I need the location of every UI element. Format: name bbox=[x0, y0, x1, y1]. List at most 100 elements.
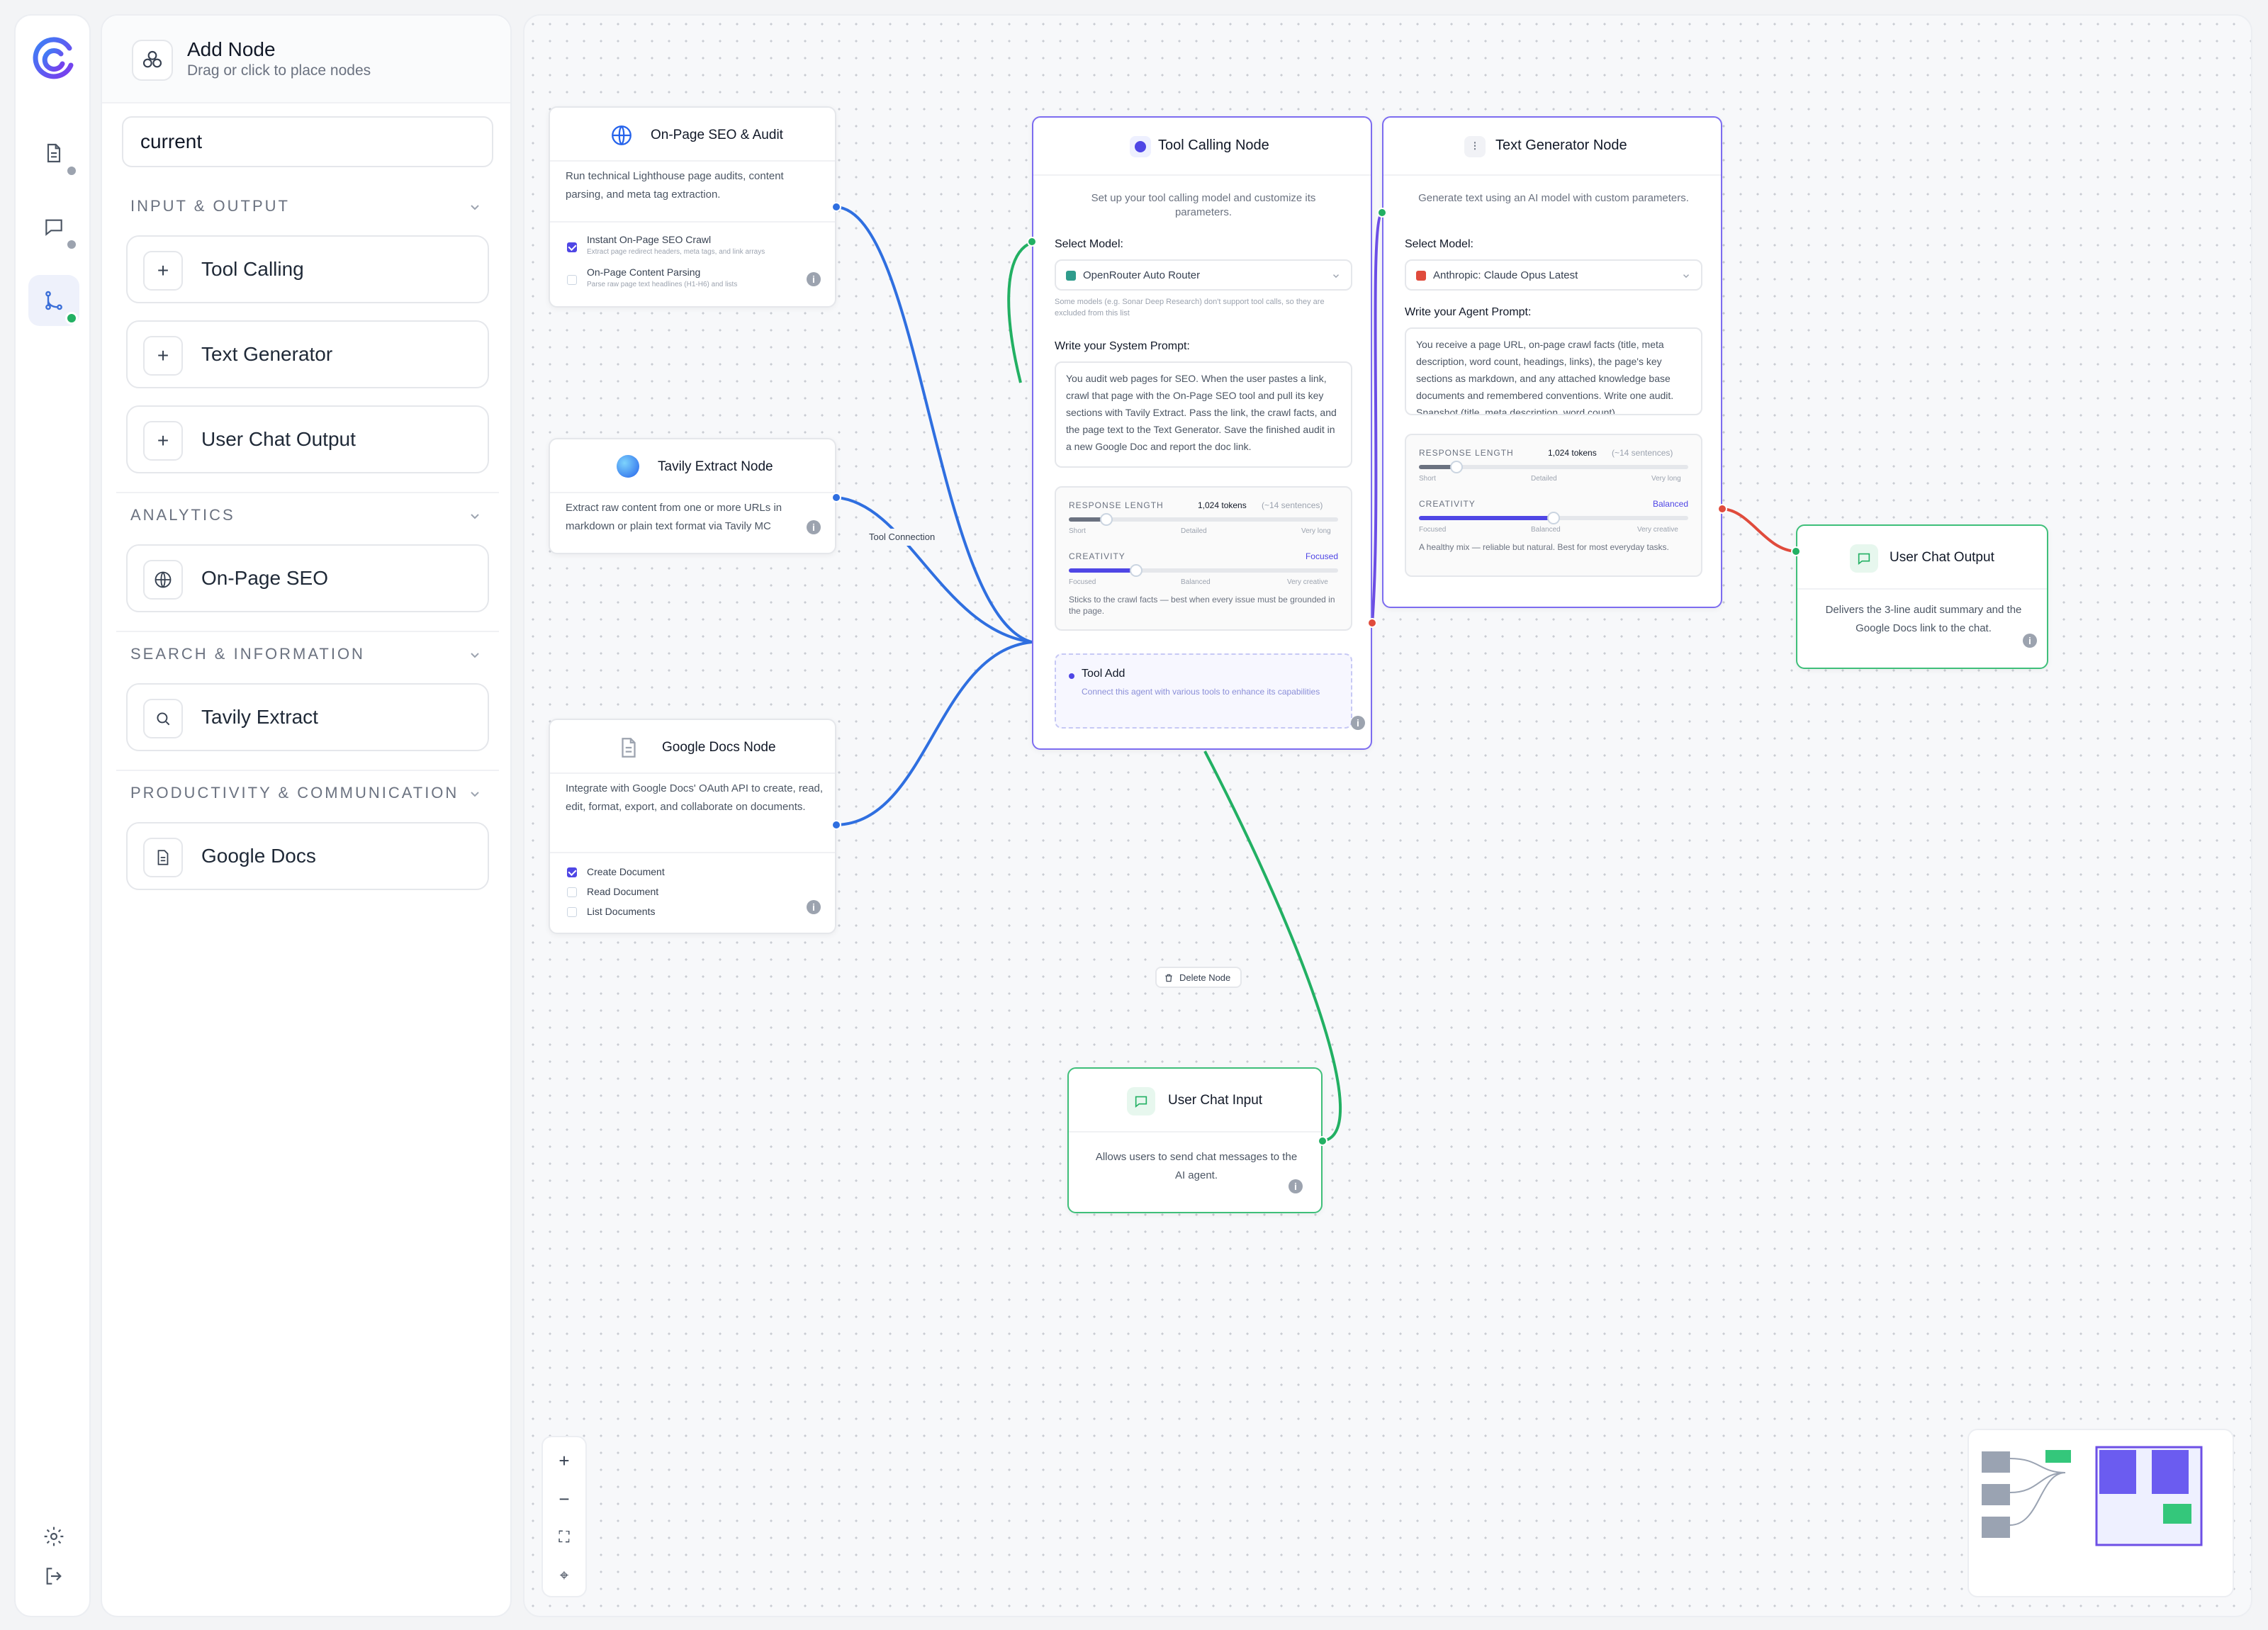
response-length-slider[interactable] bbox=[1069, 513, 1338, 526]
tavily-extract-node[interactable]: Tavily Extract Node Extract raw content … bbox=[549, 438, 836, 554]
tool-input-handle[interactable] bbox=[1027, 237, 1037, 247]
option-label: On-Page Content Parsing bbox=[587, 266, 701, 278]
tick-label: Very long bbox=[1651, 475, 1681, 483]
option-checkbox[interactable] bbox=[567, 242, 577, 252]
node-description: Generate text using an AI model with cus… bbox=[1418, 192, 1689, 204]
slider-value: Balanced bbox=[1652, 499, 1688, 509]
tick-label: Focused bbox=[1419, 526, 1447, 534]
model-select[interactable]: Anthropic: Claude Opus Latest bbox=[1405, 259, 1702, 291]
field-label: Write your Agent Prompt: bbox=[1405, 306, 1532, 318]
node-title: User Chat Input bbox=[1168, 1093, 1263, 1108]
option-checkbox[interactable] bbox=[567, 275, 577, 285]
node-search-input[interactable] bbox=[122, 116, 493, 167]
user-chat-input-node[interactable]: User Chat Input Allows users to send cha… bbox=[1067, 1067, 1323, 1213]
fit-view-button[interactable]: ⛶ bbox=[543, 1519, 585, 1555]
model-select[interactable]: OpenRouter Auto Router bbox=[1055, 259, 1352, 291]
option-label: Instant On-Page SEO Crawl bbox=[587, 234, 712, 245]
node-item-text-generator[interactable]: + Text Generator bbox=[126, 320, 489, 388]
node-title: On-Page SEO & Audit bbox=[651, 128, 783, 142]
agent-prompt-textarea[interactable]: You receive a page URL, on-page crawl fa… bbox=[1405, 327, 1702, 415]
parameters-box: RESPONSE LENGTH 1,024 tokens (~14 senten… bbox=[1055, 486, 1352, 631]
node-description: Allows users to send chat messages to th… bbox=[1095, 1151, 1298, 1181]
creativity-slider[interactable] bbox=[1419, 512, 1688, 524]
lock-button[interactable]: ⌖ bbox=[543, 1558, 585, 1593]
textgen-output-handle[interactable] bbox=[1717, 504, 1727, 514]
user-chat-output-node[interactable]: User Chat Output Delivers the 3-line aud… bbox=[1796, 524, 2048, 669]
textgen-input-handle[interactable] bbox=[1377, 208, 1387, 218]
creativity-note: A healthy mix — reliable but natural. Be… bbox=[1419, 542, 1669, 552]
info-icon[interactable]: i bbox=[807, 520, 821, 534]
document-icon bbox=[47, 143, 61, 163]
logout-button[interactable] bbox=[28, 1551, 79, 1602]
seo-output-handle[interactable] bbox=[831, 202, 841, 212]
rail-chat-button[interactable] bbox=[28, 201, 79, 252]
model-value: Anthropic: Claude Opus Latest bbox=[1433, 269, 1578, 281]
slider-note: (~14 sentences) bbox=[1262, 500, 1323, 510]
info-icon[interactable]: i bbox=[807, 900, 821, 914]
left-rail bbox=[14, 14, 91, 1617]
option-checkbox[interactable] bbox=[567, 867, 577, 877]
info-icon[interactable]: i bbox=[807, 272, 821, 286]
gdocs-output-handle[interactable] bbox=[831, 820, 841, 830]
node-item-user-chat-output[interactable]: + User Chat Output bbox=[126, 405, 489, 473]
info-icon[interactable]: i bbox=[2023, 634, 2037, 648]
chat-icon bbox=[45, 219, 62, 236]
chat-input-output-handle[interactable] bbox=[1318, 1136, 1327, 1146]
chevron-down-icon[interactable] bbox=[468, 200, 482, 214]
output-input-handle[interactable] bbox=[1791, 546, 1801, 556]
tool-add-area[interactable]: Tool Add Connect this agent with various… bbox=[1055, 653, 1352, 729]
node-title: User Chat Output bbox=[1890, 550, 1994, 565]
gear-icon bbox=[44, 1527, 64, 1546]
tick-label: Very long bbox=[1301, 527, 1331, 535]
tool-add-desc: Connect this agent with various tools to… bbox=[1082, 687, 1320, 697]
globe-icon bbox=[143, 560, 183, 600]
tool-output-handle[interactable] bbox=[1367, 618, 1377, 628]
chevron-down-icon[interactable] bbox=[468, 787, 482, 801]
node-item-tool-calling[interactable]: + Tool Calling bbox=[126, 235, 489, 303]
seo-audit-node[interactable]: On-Page SEO & Audit Run technical Lighth… bbox=[549, 106, 836, 308]
response-length-slider[interactable] bbox=[1419, 461, 1688, 473]
info-icon[interactable]: i bbox=[1289, 1179, 1303, 1193]
slider-note: (~14 sentences) bbox=[1612, 448, 1673, 458]
tick-label: Balanced bbox=[1181, 578, 1211, 586]
slider-title: RESPONSE LENGTH bbox=[1419, 448, 1514, 458]
divider bbox=[116, 492, 499, 493]
text-generator-node[interactable]: ⁝ Text Generator Node Generate text usin… bbox=[1382, 116, 1722, 608]
slider-value: 1,024 tokens bbox=[1198, 500, 1247, 510]
system-prompt-textarea[interactable]: You audit web pages for SEO. When the us… bbox=[1055, 361, 1352, 468]
tick-label: Balanced bbox=[1531, 526, 1561, 534]
tick-label: Short bbox=[1069, 527, 1086, 535]
google-docs-node[interactable]: Google Docs Node Integrate with Google D… bbox=[549, 719, 836, 934]
panel-header: Add Node Drag or click to place nodes bbox=[102, 16, 510, 103]
delete-node-button[interactable]: Delete Node bbox=[1155, 967, 1242, 988]
info-icon[interactable]: i bbox=[1351, 716, 1365, 730]
panel-subtitle: Drag or click to place nodes bbox=[187, 62, 371, 79]
creativity-slider[interactable] bbox=[1069, 564, 1338, 577]
tavily-output-handle[interactable] bbox=[831, 493, 841, 502]
status-dot bbox=[65, 164, 78, 177]
tool-calling-node[interactable]: Tool Calling Node Set up your tool calli… bbox=[1032, 116, 1372, 750]
app-logo-icon[interactable] bbox=[28, 34, 79, 85]
trash-icon bbox=[1165, 974, 1172, 982]
node-item-tavily-extract[interactable]: Tavily Extract bbox=[126, 683, 489, 751]
option-checkbox[interactable] bbox=[567, 887, 577, 897]
chevron-down-icon[interactable] bbox=[468, 509, 482, 523]
zoom-in-button[interactable]: + bbox=[543, 1443, 585, 1478]
rail-workflow-button[interactable] bbox=[28, 275, 79, 326]
section-title: ANALYTICS bbox=[130, 506, 235, 524]
tick-label: Very creative bbox=[1637, 526, 1678, 534]
delete-node-label: Delete Node bbox=[1179, 972, 1231, 983]
tick-label: Detailed bbox=[1181, 527, 1207, 535]
zoom-out-button[interactable]: − bbox=[543, 1481, 585, 1517]
node-item-on-page-seo[interactable]: On-Page SEO bbox=[126, 544, 489, 612]
minimap[interactable] bbox=[1967, 1429, 2234, 1597]
tool-add-title: Tool Add bbox=[1082, 668, 1125, 680]
field-label: Write your System Prompt: bbox=[1055, 340, 1190, 352]
tick-label: Very creative bbox=[1287, 578, 1328, 586]
node-item-google-docs[interactable]: Google Docs bbox=[126, 822, 489, 890]
rail-documents-button[interactable] bbox=[28, 128, 79, 179]
option-checkbox[interactable] bbox=[567, 907, 577, 917]
chevron-down-icon[interactable] bbox=[468, 648, 482, 662]
logout-icon bbox=[46, 1568, 62, 1585]
creativity-note: Sticks to the crawl facts — best when ev… bbox=[1069, 595, 1335, 616]
